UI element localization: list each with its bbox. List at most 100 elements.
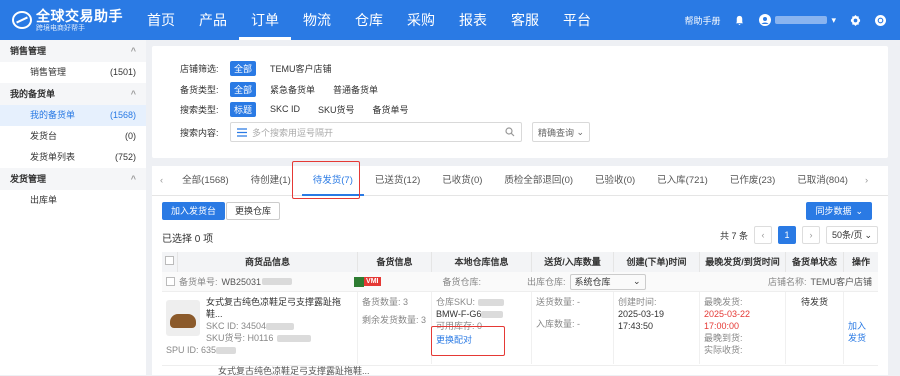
row-checkbox[interactable] — [166, 277, 175, 286]
filter-shop-all[interactable]: 全部 — [230, 60, 257, 76]
order-number[interactable]: WB25031 — [222, 277, 262, 287]
tab-all[interactable]: 全部(1568) — [171, 166, 239, 196]
sidebar: 销售管理 ^ 销售管理 (1501) 我的备货单 ^ 我的备货单 (1568) 发货台(… — [0, 40, 146, 375]
chevron-down-icon: ⌄ — [576, 126, 584, 137]
chevron-up-icon: ^ — [130, 89, 136, 99]
nav-warehouse[interactable]: 仓库 — [343, 0, 395, 40]
chevron-up-icon: ^ — [130, 46, 136, 56]
table-header: 商货品信息 备货信息 本地仓库信息 送货/入库数量 创建(下单)时间 最晚发货/… — [162, 252, 878, 272]
filter-shop-temu[interactable]: TEMU客户店铺 — [266, 61, 336, 76]
filter-stock-all[interactable]: 全部 — [230, 81, 257, 97]
chevron-down-icon: ⌄ — [864, 230, 872, 240]
sidebar-item-shipping-desk[interactable]: 发货台 (0) — [0, 126, 146, 147]
nav-home[interactable]: 首页 — [135, 0, 187, 40]
order-row-header: 备货单号: WB25031 VMI 备货仓库: 出库仓库: 系统仓库 ⌄ 店铺名称… — [162, 272, 878, 292]
col-created: 创建(下单)时间 — [614, 252, 700, 272]
tab-stored[interactable]: 已入库(721) — [646, 166, 719, 196]
tabs-prev-icon[interactable]: ‹ — [152, 166, 171, 196]
filter-row-stock-type: 备货类型: 全部 紧急备货单 普通备货单 — [180, 81, 382, 97]
tabs-next-icon[interactable]: › — [859, 166, 874, 196]
tab-received[interactable]: 已收货(0) — [431, 166, 493, 196]
page-next-button[interactable]: › — [802, 226, 820, 244]
search-input[interactable]: 多个搜索用逗号隔开 — [230, 122, 522, 142]
gear-icon[interactable] — [850, 14, 861, 26]
order-list-panel: ‹ 全部(1568) 待创建(1) 待发货(7) 已送货(12) 已收货(0) … — [152, 161, 888, 376]
tab-qc-returned[interactable]: 质检全部退回(0) — [493, 166, 584, 196]
tab-accepted[interactable]: 已验收(0) — [584, 166, 646, 196]
user-avatar-icon — [759, 14, 772, 26]
sidebar-group-shipping[interactable]: 发货管理 ^ — [0, 168, 146, 190]
total-count: 共 7 条 — [719, 230, 748, 241]
list-icon[interactable] — [237, 127, 247, 137]
nav-logistics[interactable]: 物流 — [291, 0, 343, 40]
chevron-up-icon: ^ — [130, 174, 136, 184]
action-cell: 加入发货 — [844, 292, 878, 364]
sidebar-item-shipping-list[interactable]: 发货单列表 (752) — [0, 147, 146, 168]
sidebar-item-my-stock-orders[interactable]: 我的备货单 (1568) — [0, 105, 146, 126]
deadline-cell: 最晚发货: 2025-03-22 17:00:00 最晚到货: 实际收货: — [700, 292, 786, 364]
filter-stock-urgent[interactable]: 紧急备货单 — [266, 82, 319, 97]
nav-service[interactable]: 客服 — [499, 0, 551, 40]
product-cell: 女式复古纯色凉鞋足弓支撑露趾拖鞋... SKC ID: 34504 SKU货号:… — [162, 292, 358, 364]
sidebar-item-outbound[interactable]: 出库单 — [0, 190, 146, 211]
status-tabs: ‹ 全部(1568) 待创建(1) 待发货(7) 已送货(12) 已收货(0) … — [152, 166, 888, 196]
outbound-warehouse-select[interactable]: 系统仓库 ⌄ — [569, 273, 646, 290]
tab-void[interactable]: 已作废(23) — [719, 166, 786, 196]
col-action: 操作 — [851, 257, 870, 267]
page-current[interactable]: 1 — [778, 226, 796, 244]
col-quantity: 送货/入库数量 — [532, 252, 614, 272]
search-type-title[interactable]: 标题 — [230, 101, 257, 117]
chevron-down-icon: ⌄ — [632, 276, 641, 286]
user-name-redacted — [775, 16, 828, 24]
status-cell: 待发货 — [786, 292, 844, 364]
nav-product[interactable]: 产品 — [187, 0, 239, 40]
filter-row-search: 搜索内容: 多个搜索用逗号隔开 精确查询 ⌄ — [180, 122, 590, 142]
stock-cell: 备货数量: 3 剩余发货数量: 3 — [358, 292, 432, 364]
change-warehouse-button[interactable]: 更换仓库 — [226, 202, 281, 220]
nav-platform[interactable]: 平台 — [551, 0, 603, 40]
redacted-text — [262, 278, 293, 285]
filter-panel: 店铺筛选: 全部 TEMU客户店铺 备货类型: 全部 紧急备货单 普通备货单 搜… — [152, 46, 888, 158]
nav-report[interactable]: 报表 — [447, 0, 499, 40]
highlight-box-tab — [292, 161, 360, 199]
col-deadline: 最晚发货/到货时间 — [700, 252, 786, 272]
sync-data-button[interactable]: 同步数据 ⌄ — [806, 202, 872, 220]
search-type-skc[interactable]: SKC ID — [266, 103, 304, 115]
bell-icon[interactable] — [734, 15, 745, 26]
help-link[interactable]: 帮助手册 — [684, 14, 720, 27]
power-icon[interactable] — [875, 14, 886, 26]
chevron-down-icon: ⌄ — [855, 206, 863, 216]
sidebar-item-sales-manage[interactable]: 销售管理 (1501) — [0, 62, 146, 83]
search-mode-select[interactable]: 精确查询 ⌄ — [532, 122, 590, 142]
sidebar-group-stock-orders[interactable]: 我的备货单 ^ — [0, 83, 146, 105]
vmi-badge: VMI — [354, 276, 381, 287]
nav-purchase[interactable]: 采购 — [395, 0, 447, 40]
table-row: 女式复古纯色凉鞋足弓支撑露趾拖鞋... SKC ID: 34504 SKU货号:… — [162, 292, 878, 364]
filter-stock-normal[interactable]: 普通备货单 — [329, 82, 382, 97]
logo-subtitle: 跨境电商好帮手 — [36, 24, 85, 32]
logo[interactable]: 全球交易助手 跨境电商好帮手 — [0, 9, 135, 32]
col-product: 商货品信息 — [178, 252, 358, 272]
select-all-checkbox[interactable] — [165, 256, 174, 265]
per-page-select[interactable]: 50条/页 ⌄ — [826, 226, 878, 244]
search-icon[interactable] — [505, 127, 515, 137]
search-type-order-no[interactable]: 备货单号 — [369, 102, 413, 117]
tab-cancelled[interactable]: 已取消(804) — [786, 166, 859, 196]
search-type-sku[interactable]: SKU货号 — [314, 102, 359, 117]
product-thumbnail[interactable] — [166, 300, 200, 336]
tab-shipped[interactable]: 已送货(12) — [364, 166, 431, 196]
logo-title: 全球交易助手 — [36, 7, 123, 24]
selection-count: 已选择 0 项 — [162, 234, 214, 245]
table-row: 女式复古纯色凉鞋足弓支撑露趾拖鞋... — [162, 365, 878, 376]
filter-row-search-type: 搜索类型: 标题 SKC ID SKU货号 备货单号 — [180, 101, 413, 117]
highlight-box-change-match — [431, 326, 505, 356]
add-to-shipping-link[interactable]: 加入发货 — [848, 320, 874, 344]
status-text: 待发货 — [800, 297, 828, 307]
add-to-shipping-button[interactable]: 加入发货台 — [162, 202, 226, 220]
col-stock: 备货信息 — [358, 252, 432, 272]
user-menu[interactable]: ▾ — [759, 14, 836, 26]
top-bar: 全球交易助手 跨境电商好帮手 首页 产品 订单 物流 仓库 采购 报表 客服 平… — [0, 0, 900, 40]
nav-order[interactable]: 订单 — [239, 0, 291, 40]
page-prev-button[interactable]: ‹ — [754, 226, 772, 244]
sidebar-group-sales[interactable]: 销售管理 ^ — [0, 40, 146, 62]
